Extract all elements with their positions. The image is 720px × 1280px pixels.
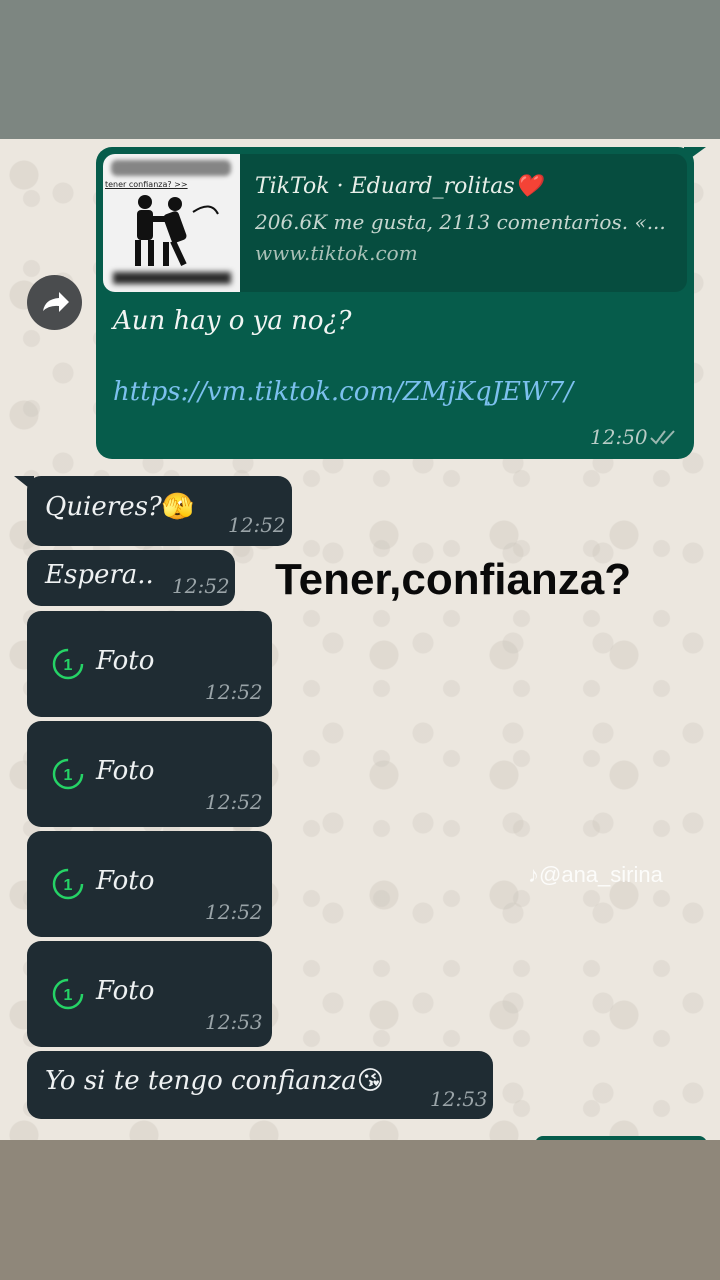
blurred-header xyxy=(111,160,231,176)
message-text: Foto xyxy=(96,976,155,1006)
thumbnail-shadow xyxy=(113,272,231,284)
message-text: Quieres?🫣 xyxy=(45,492,195,522)
message-text: Yo si te tengo confianza😘 xyxy=(45,1066,384,1096)
outgoing-message-text: Aun hay o ya no¿? xyxy=(113,306,352,336)
message-text: Foto xyxy=(96,756,155,786)
message-timestamp: 12:53 xyxy=(430,1087,488,1111)
bubble-tail xyxy=(684,147,706,163)
message-timestamp: 12:52 xyxy=(205,790,263,814)
message-timestamp: 12:52 xyxy=(205,680,263,704)
message-timestamp: 12:52 xyxy=(205,900,263,924)
svg-text:1: 1 xyxy=(64,657,73,674)
message-timestamp: 12:53 xyxy=(205,1010,263,1034)
view-once-icon: 1 xyxy=(52,978,84,1010)
link-preview-thumbnail: tener confianza? >> xyxy=(103,154,240,292)
svg-text:1: 1 xyxy=(64,877,73,894)
forward-arrow-icon xyxy=(43,292,69,312)
view-once-icon: 1 xyxy=(52,648,84,680)
view-once-icon: 1 xyxy=(52,868,84,900)
watermark-handle: @ana_sirina xyxy=(539,862,663,887)
emoji-peeking: 🫣 xyxy=(161,492,195,522)
top-band xyxy=(0,0,720,139)
link-preview-description: 206.6K me gusta, 2113 comentarios. «... xyxy=(255,210,666,234)
message-text: Foto xyxy=(96,646,155,676)
message-timestamp: 12:52 xyxy=(228,513,286,537)
message-timestamp: 12:50 xyxy=(590,425,648,449)
message-text: Foto xyxy=(96,866,155,896)
view-once-icon: 1 xyxy=(52,758,84,790)
link-preview-title: TikTok · Eduard_rolitas❤️ xyxy=(255,174,543,199)
overlay-caption: Tener,confianza? xyxy=(275,555,632,604)
link-preview-site: www.tiktok.com xyxy=(255,241,418,265)
forward-button[interactable] xyxy=(27,275,82,330)
tiktok-watermark: ♪@ana_sirina xyxy=(528,862,663,888)
bubble-tail xyxy=(14,476,34,492)
svg-text:1: 1 xyxy=(64,767,73,784)
emoji-kiss: 😘 xyxy=(356,1066,384,1096)
svg-text:1: 1 xyxy=(64,987,73,1004)
double-check-icon xyxy=(650,430,675,445)
message-text: Espera.. xyxy=(45,560,154,590)
message-timestamp: 12:52 xyxy=(172,574,230,598)
bottom-band xyxy=(0,1140,720,1280)
outgoing-message-link[interactable]: https://vm.tiktok.com/ZMjKqJEW7/ xyxy=(113,377,573,407)
thumbnail-caption: tener confianza? >> xyxy=(105,180,188,189)
tiktok-logo-icon: ♪ xyxy=(528,862,539,887)
stick-figures-image xyxy=(135,195,219,266)
